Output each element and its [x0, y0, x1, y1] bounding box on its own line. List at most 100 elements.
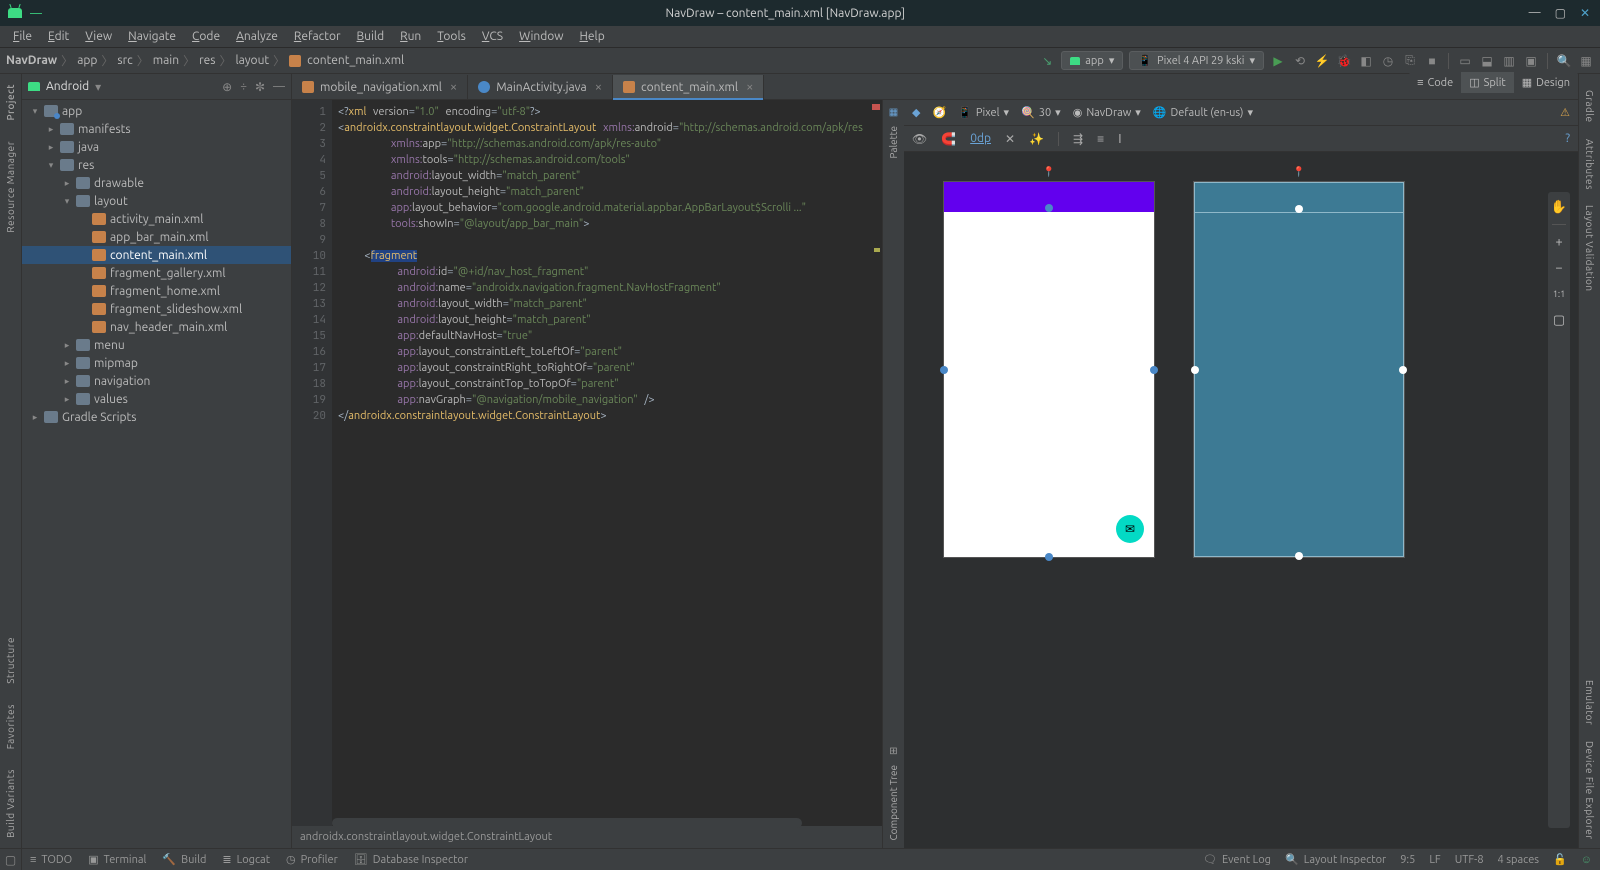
- palette-icon[interactable]: ▦: [889, 106, 898, 118]
- window-minimize-icon[interactable]: —: [1529, 6, 1541, 20]
- run-module-selector[interactable]: app ▾: [1061, 51, 1123, 70]
- select-opened-file-icon[interactable]: ⊕: [222, 80, 232, 94]
- view-mode-design[interactable]: ▦ Design: [1514, 72, 1578, 93]
- error-marker-icon[interactable]: [872, 104, 880, 110]
- menu-build[interactable]: Build: [350, 28, 392, 45]
- tool-resource-manager[interactable]: Resource Manager: [5, 141, 16, 233]
- menu-vcs[interactable]: VCS: [475, 28, 510, 45]
- tool-favorites[interactable]: Favorites: [5, 704, 16, 749]
- editor-breadcrumb[interactable]: androidx.constraintlayout.widget.Constra…: [292, 826, 882, 848]
- design-canvas[interactable]: 📍 ✉ 📍: [904, 152, 1578, 848]
- tree-node[interactable]: fragment_slideshow.xml: [22, 300, 291, 318]
- menu-run[interactable]: Run: [393, 28, 428, 45]
- close-tab-icon[interactable]: ×: [595, 80, 602, 94]
- menu-navigate[interactable]: Navigate: [121, 28, 183, 45]
- profiler-icon[interactable]: ◷: [1380, 53, 1396, 69]
- resize-handle[interactable]: [1191, 366, 1199, 374]
- tree-node[interactable]: ▸navigation: [22, 372, 291, 390]
- breadcrumb-segment[interactable]: app: [77, 54, 97, 67]
- avd-manager-icon[interactable]: ▭: [1457, 53, 1473, 69]
- breadcrumb-segment[interactable]: main: [153, 54, 179, 67]
- hide-panel-icon[interactable]: —: [273, 80, 285, 94]
- device-type-selector[interactable]: 📱 Pixel ▾: [958, 106, 1009, 119]
- project-tree[interactable]: ▾app▸manifests▸java▾res▸drawable▾layouta…: [22, 100, 291, 848]
- component-tree-tab[interactable]: Component Tree: [888, 765, 899, 841]
- apply-code-icon[interactable]: ⚡: [1314, 53, 1330, 69]
- window-close-icon[interactable]: ✕: [1580, 6, 1590, 20]
- apply-changes-icon[interactable]: ⟲: [1292, 53, 1308, 69]
- read-only-icon[interactable]: 🔓: [1553, 853, 1567, 866]
- search-icon[interactable]: 🔍: [1556, 53, 1572, 69]
- zoom-fit-button[interactable]: 1:1: [1550, 285, 1568, 303]
- view-options-icon[interactable]: 👁: [912, 132, 927, 146]
- tool-database-inspector[interactable]: 🗄 Database Inspector: [354, 853, 468, 866]
- resize-handle[interactable]: [1399, 366, 1407, 374]
- settings-icon[interactable]: ▦: [1578, 53, 1594, 69]
- menu-help[interactable]: Help: [573, 28, 612, 45]
- sync-icon[interactable]: ↘: [1039, 53, 1055, 69]
- surface-selector[interactable]: ◆: [912, 106, 920, 119]
- tree-node[interactable]: ▸manifests: [22, 120, 291, 138]
- breadcrumb-segment[interactable]: src: [117, 54, 132, 67]
- pack-icon[interactable]: ⇶: [1073, 132, 1083, 146]
- tree-node[interactable]: app_bar_main.xml: [22, 228, 291, 246]
- tool-build[interactable]: 🔨 Build: [162, 853, 206, 866]
- editor-tab[interactable]: MainActivity.java×: [468, 75, 613, 99]
- file-encoding[interactable]: UTF-8: [1455, 854, 1484, 866]
- breadcrumb-segment[interactable]: layout: [235, 54, 269, 67]
- tree-node[interactable]: activity_main.xml: [22, 210, 291, 228]
- warnings-icon[interactable]: ⚠: [1560, 106, 1570, 119]
- gear-icon[interactable]: ✼: [255, 80, 265, 94]
- tool-build-variants[interactable]: Build Variants: [5, 769, 16, 838]
- tree-node[interactable]: ▾app: [22, 102, 291, 120]
- menu-tools[interactable]: Tools: [430, 28, 473, 45]
- tree-node[interactable]: fragment_gallery.xml: [22, 264, 291, 282]
- design-surface[interactable]: 📍 ✉: [944, 182, 1154, 557]
- code-editor[interactable]: <?xml version="1.0" encoding="utf-8"?> <…: [332, 100, 882, 826]
- resize-handle[interactable]: [1045, 204, 1053, 212]
- orientation-selector[interactable]: 🧭: [932, 106, 946, 119]
- menu-view[interactable]: View: [78, 28, 119, 45]
- tool-structure[interactable]: Structure: [5, 637, 16, 684]
- device-selector[interactable]: 📱 Pixel 4 API 29 kski ▾: [1129, 51, 1264, 70]
- tree-node[interactable]: ▸mipmap: [22, 354, 291, 372]
- zoom-out-icon[interactable]: −: [1550, 259, 1568, 277]
- resize-handle[interactable]: [1045, 553, 1053, 561]
- menu-analyze[interactable]: Analyze: [229, 28, 285, 45]
- inspection-icon[interactable]: ☺: [1581, 854, 1592, 866]
- tree-node[interactable]: ▾res: [22, 156, 291, 174]
- align-icon[interactable]: ≡: [1097, 132, 1104, 146]
- stop-icon[interactable]: ■: [1424, 53, 1440, 69]
- tree-node[interactable]: nav_header_main.xml: [22, 318, 291, 336]
- run-icon[interactable]: ▶: [1270, 53, 1286, 69]
- api-selector[interactable]: 🍭 30 ▾: [1021, 106, 1061, 119]
- palette-tab[interactable]: Palette: [888, 126, 899, 159]
- tree-node[interactable]: ▾layout: [22, 192, 291, 210]
- blueprint-surface[interactable]: 📍: [1194, 182, 1404, 557]
- tool-project[interactable]: Project: [5, 84, 16, 121]
- indent-setting[interactable]: 4 spaces: [1498, 854, 1540, 866]
- breadcrumb-segment[interactable]: res: [199, 54, 215, 67]
- horizontal-scrollbar[interactable]: [332, 818, 802, 828]
- tool-window-quick-access-icon[interactable]: ▢: [0, 848, 22, 870]
- tool-logcat[interactable]: ≣ Logcat: [222, 853, 270, 866]
- menu-edit[interactable]: Edit: [41, 28, 76, 45]
- close-tab-icon[interactable]: ×: [746, 80, 753, 94]
- breadcrumb-segment[interactable]: content_main.xml: [307, 54, 404, 67]
- layout-inspector[interactable]: 🔍 Layout Inspector: [1285, 853, 1386, 866]
- expand-all-icon[interactable]: ÷: [240, 80, 247, 94]
- tree-node[interactable]: ▸values: [22, 390, 291, 408]
- help-icon[interactable]: ?: [1565, 132, 1570, 145]
- line-separator[interactable]: LF: [1429, 854, 1440, 866]
- clear-constraints-icon[interactable]: ✕: [1005, 132, 1015, 146]
- tree-node[interactable]: ▸menu: [22, 336, 291, 354]
- editor-tab[interactable]: content_main.xml×: [613, 75, 764, 99]
- zoom-in-icon[interactable]: +: [1550, 233, 1568, 251]
- menu-window[interactable]: Window: [512, 28, 570, 45]
- breadcrumb-segment[interactable]: NavDraw: [6, 54, 57, 67]
- tree-node[interactable]: content_main.xml: [22, 246, 291, 264]
- default-margins[interactable]: 0dp: [970, 132, 991, 145]
- caret-position[interactable]: 9:5: [1400, 854, 1415, 866]
- resize-handle[interactable]: [1150, 366, 1158, 374]
- sdk-manager-icon[interactable]: ⬓: [1479, 53, 1495, 69]
